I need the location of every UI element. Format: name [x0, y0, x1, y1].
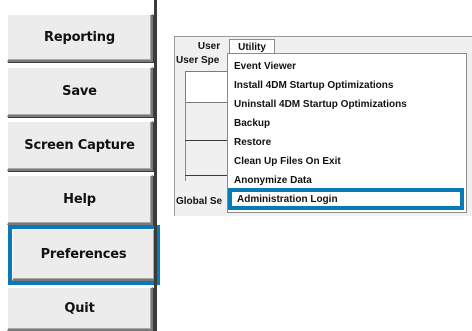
global-settings-label: Global Se	[176, 196, 223, 207]
menu-utility[interactable]: Utility	[229, 39, 275, 54]
menu-item-install-optimizations[interactable]: Install 4DM Startup Optimizations	[234, 76, 460, 94]
left-button-panel: Reporting Save Screen Capture Help Prefe…	[0, 0, 160, 331]
screen-capture-button[interactable]: Screen Capture	[7, 121, 153, 171]
column-divider	[154, 0, 157, 331]
menu-item-uninstall-optimizations[interactable]: Uninstall 4DM Startup Optimizations	[234, 95, 460, 113]
help-button[interactable]: Help	[7, 175, 153, 225]
menu-item-backup[interactable]: Backup	[234, 114, 460, 132]
menu-user[interactable]: User	[191, 39, 227, 54]
menu-item-clean-up-files[interactable]: Clean Up Files On Exit	[234, 152, 460, 170]
menu-item-administration-login[interactable]: Administration Login	[228, 188, 464, 210]
menu-item-event-viewer[interactable]: Event Viewer	[234, 57, 460, 75]
menu-item-restore[interactable]: Restore	[234, 133, 460, 151]
window-divider	[185, 101, 186, 181]
preferences-button[interactable]: Preferences	[8, 225, 160, 285]
quit-button[interactable]: Quit	[7, 287, 153, 331]
menu-item-anonymize-data[interactable]: Anonymize Data	[234, 171, 460, 189]
menu-bar: User Utility	[175, 37, 472, 54]
save-button[interactable]: Save	[7, 67, 153, 117]
user-spec-label: User Spe	[176, 55, 220, 66]
utility-dropdown-menu: Event Viewer Install 4DM Startup Optimiz…	[227, 53, 467, 213]
reporting-button[interactable]: Reporting	[7, 14, 153, 62]
